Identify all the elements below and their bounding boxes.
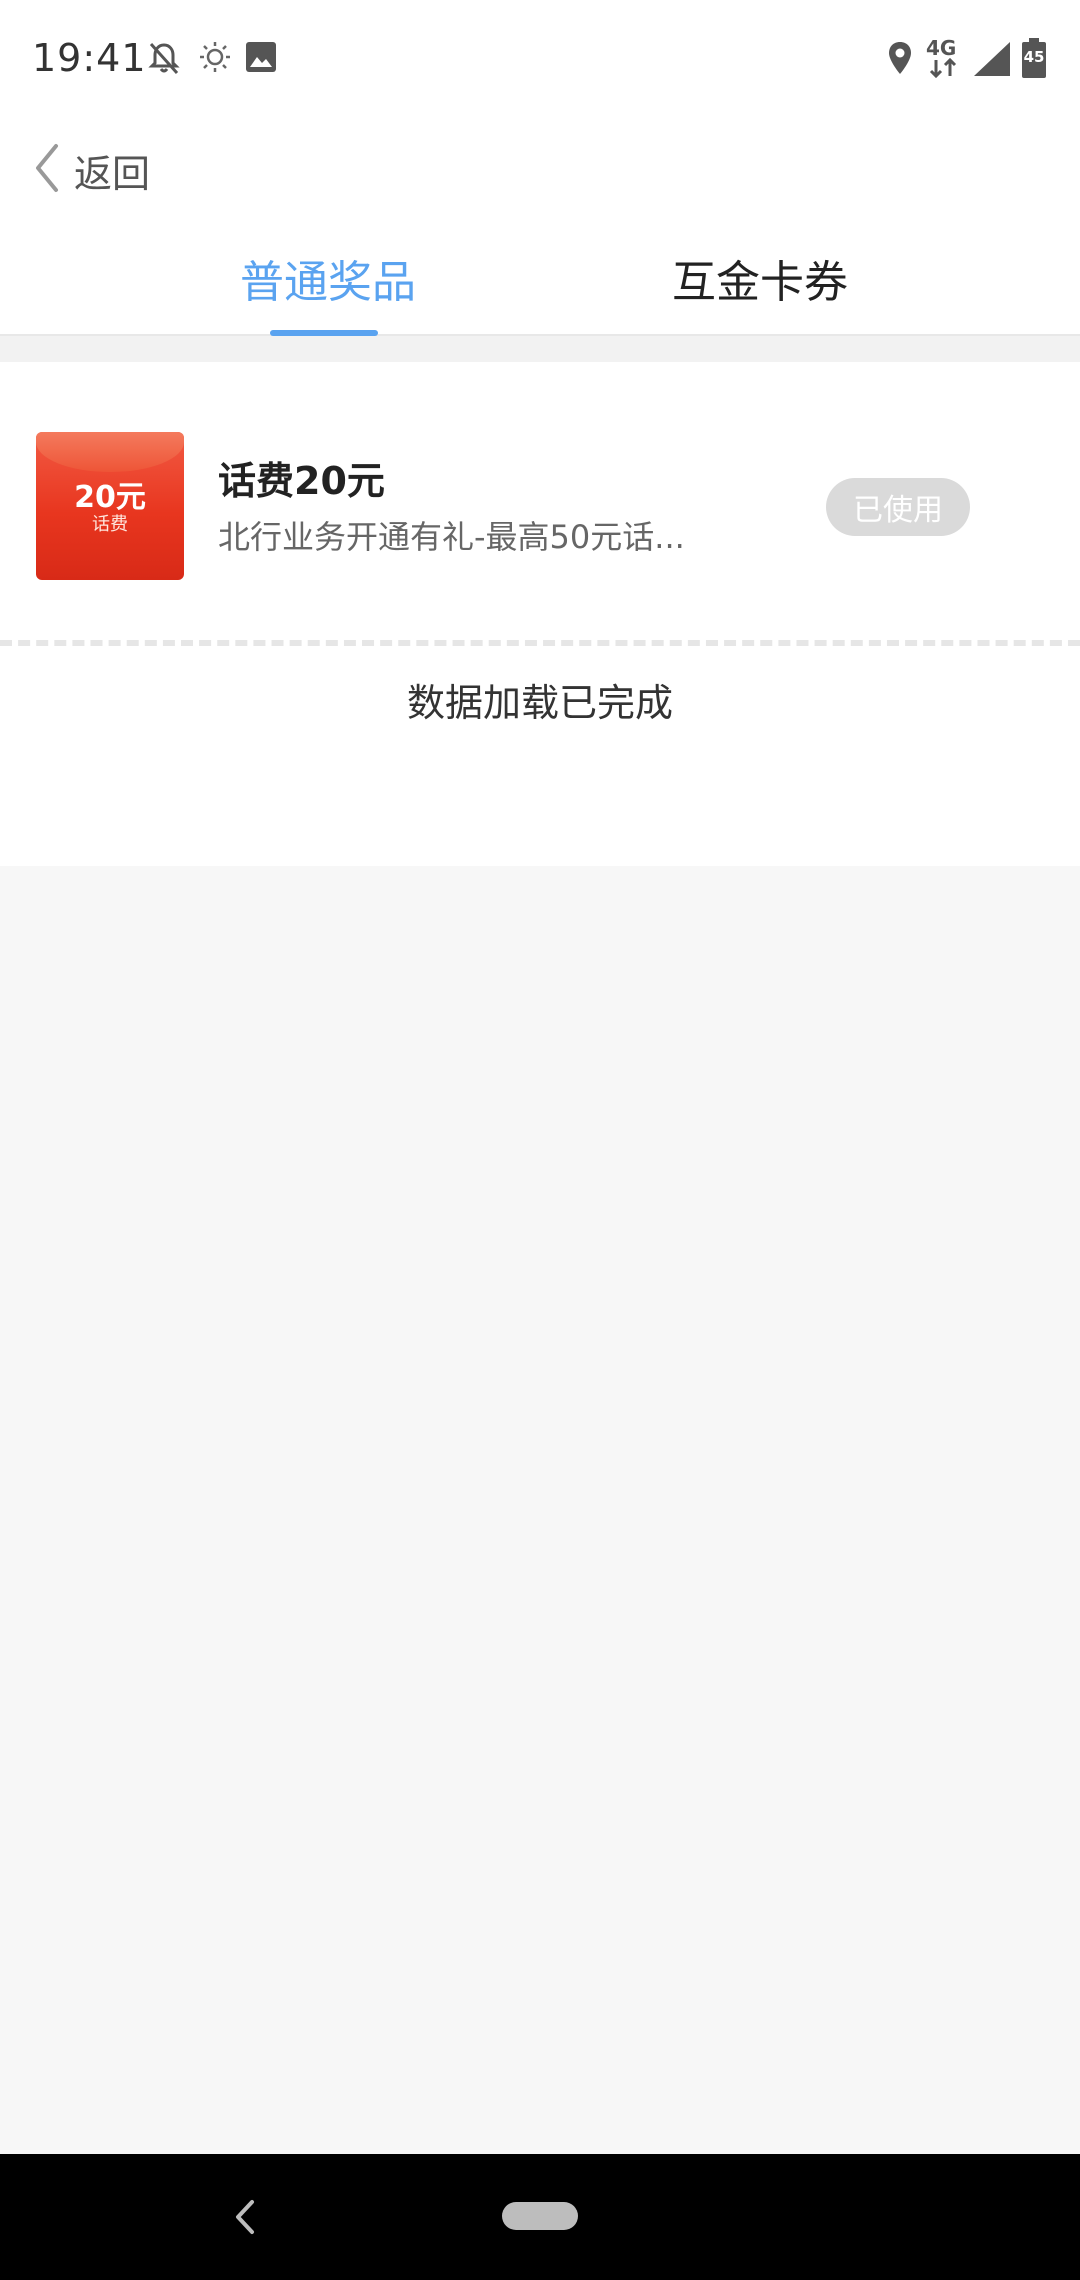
battery-icon: 45 — [1022, 38, 1046, 78]
red-packet-flap — [36, 432, 184, 472]
status-bar: 19:41 4G 45 — [0, 0, 1080, 120]
status-badge: 已使用 — [826, 478, 970, 536]
prize-title: 话费20元 — [218, 459, 385, 503]
status-time: 19:41 — [32, 36, 147, 80]
prize-description: 北行业务开通有礼-最高50元话... — [218, 518, 685, 556]
header: 返回 — [0, 120, 1080, 220]
red-packet-thumbnail: 20元 话费 — [36, 432, 184, 580]
location-icon — [884, 40, 916, 80]
prize-list: 20元 话费 话费20元 北行业务开通有礼-最高50元话... 已使用 数据加载… — [0, 362, 1080, 866]
section-separator — [0, 336, 1080, 362]
dashed-divider — [0, 640, 1080, 646]
back-button[interactable]: 返回 — [30, 120, 150, 220]
brightness-icon — [198, 40, 232, 78]
list-item[interactable]: 20元 话费 话费20元 北行业务开通有礼-最高50元话... 已使用 — [0, 362, 1080, 642]
tab-finance-coupons[interactable]: 互金卡券 — [540, 220, 970, 336]
signal-icon — [972, 40, 1012, 82]
battery-level: 45 — [1023, 48, 1045, 66]
thumbnail-subtitle: 话费 — [92, 514, 128, 535]
system-nav-bar — [0, 2154, 1080, 2280]
tab-bar: 普通奖品 互金卡券 — [0, 220, 1080, 336]
back-label: 返回 — [74, 151, 151, 196]
list-footer-text: 数据加载已完成 — [406, 681, 673, 725]
image-icon — [244, 40, 278, 78]
network-4g-icon: 4G — [926, 36, 966, 80]
app-root: 19:41 4G 45 返回 普通奖品 互金卡券 20元 话费 话费20元 北行… — [0, 0, 1080, 2280]
nav-home-pill[interactable] — [502, 2202, 578, 2230]
chevron-left-icon — [30, 142, 64, 198]
bell-off-icon — [146, 40, 182, 80]
nav-back-icon[interactable] — [226, 2194, 266, 2240]
